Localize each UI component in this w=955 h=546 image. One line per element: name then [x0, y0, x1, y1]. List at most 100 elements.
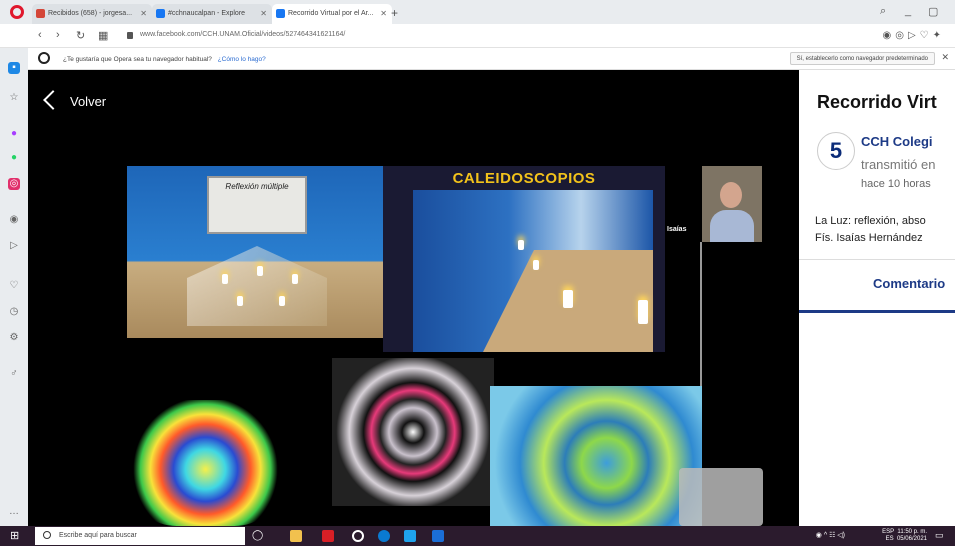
file-explorer-icon[interactable] [290, 530, 302, 542]
post-description-line1: La Luz: reflexión, abso [815, 215, 926, 227]
url-field[interactable]: www.facebook.com/CCH.UNAM.Oficial/videos… [140, 31, 345, 38]
system-tray-icons[interactable]: ◉ ^ ☷ ◁) [816, 531, 845, 539]
speaker-body [710, 210, 754, 242]
back-button[interactable]: Volver [43, 90, 107, 110]
send-icon[interactable]: ▷ [8, 240, 20, 252]
kaleidoscope-image-1 [133, 400, 278, 526]
task-view-icon[interactable]: ◯ [252, 530, 264, 542]
toolbar-icons[interactable]: ◉◎▷♡✦ [883, 30, 946, 41]
candle [257, 266, 263, 276]
tab-label: #cchnaucalpan - Explore [168, 10, 246, 17]
whatsapp-icon[interactable]: ● [8, 152, 20, 164]
forward-icon[interactable]: › [56, 29, 60, 41]
tab-label: Recibidos (658) - jorgesa... [48, 10, 133, 17]
divider [799, 259, 955, 260]
back-label: Volver [70, 94, 107, 109]
tab-label: Recorrido Virtual por el Ar... [288, 10, 374, 17]
post-action: transmitió en [861, 157, 936, 172]
close-tab-icon[interactable]: ✕ [380, 9, 387, 18]
lock-icon [127, 32, 133, 39]
heart-icon[interactable]: ♡ [8, 280, 20, 292]
opera-sidebar: ▪ ☆ ● ● ◎ ◉ ▷ ♡ ◷ ⚙ ♂ … [0, 48, 28, 526]
post-panel: Recorrido Virt 5 CCH Colegi transmitió e… [799, 70, 955, 526]
close-infobar-icon[interactable]: ✕ [941, 52, 949, 63]
webcam-feed [702, 166, 762, 242]
opera-logo-icon[interactable] [10, 5, 24, 19]
notifications-icon[interactable]: ▭ [935, 530, 947, 542]
kaleidoscope-image-3 [490, 386, 702, 526]
more-icon[interactable]: … [8, 506, 20, 518]
speaker-name: Isaías [667, 226, 687, 233]
slide-caption: CALEIDOSCOPIOS [452, 170, 596, 187]
messenger-icon[interactable]: ● [8, 128, 20, 140]
settings-icon[interactable]: ⚙ [8, 332, 20, 344]
sign-text: Reflexión múltiple [225, 182, 289, 191]
candle [533, 260, 539, 270]
clock-date: 05/06/2021 [896, 536, 927, 542]
close-tab-icon[interactable]: ✕ [140, 9, 147, 18]
default-browser-infobar: ¿Te gustaría que Opera sea tu navegador … [28, 48, 955, 70]
speaker-head [720, 182, 742, 208]
mirror-experiment-image: Reflexión múltiple [127, 166, 383, 338]
tabs-grid-icon[interactable]: ▦ [98, 29, 108, 42]
post-description-line2: Fís. Isaías Hernández [815, 232, 923, 244]
page-name-link[interactable]: CCH Colegi [861, 134, 933, 149]
candle [563, 290, 573, 308]
chrome-icon[interactable] [352, 530, 364, 542]
instagram-icon[interactable]: ◎ [8, 178, 20, 190]
tab-bar: Recibidos (658) - jorgesa... ✕ #cchnauca… [0, 0, 955, 24]
new-tab-button[interactable]: + [391, 6, 398, 20]
comments-tab[interactable]: Comentario [873, 276, 945, 291]
tab-facebook-explore[interactable]: #cchnaucalpan - Explore ✕ [152, 4, 272, 24]
search-tabs-icon[interactable]: ⌕ [880, 5, 886, 18]
history-icon[interactable]: ◷ [8, 306, 20, 318]
infobar-howto-link[interactable]: ¿Cómo lo hago? [218, 56, 266, 63]
maximize-icon[interactable]: ▢ [928, 5, 938, 18]
opera-icon [38, 52, 50, 64]
infobar-question: ¿Te gustaría que Opera sea tu navegador … [63, 56, 212, 63]
candle [638, 300, 648, 324]
clock-time: 11:50 p. m. [897, 529, 927, 535]
candle [518, 240, 524, 250]
search-icon [43, 531, 51, 539]
system-clock[interactable]: ESP 11:50 p. m. ES 05/06/2021 [882, 529, 927, 543]
edge-icon[interactable] [378, 530, 390, 542]
chevron-left-icon [43, 90, 63, 110]
post-timestamp[interactable]: hace 10 horas [861, 178, 931, 190]
candle [237, 296, 243, 306]
store-icon[interactable] [404, 530, 416, 542]
address-bar: ‹ › ↻ ▦ www.facebook.com/CCH.UNAM.Oficia… [0, 24, 955, 48]
video-player[interactable]: Volver Reflexión múltiple CALEIDOSCOPIOS… [28, 70, 799, 526]
search-placeholder: Escribe aquí para buscar [59, 532, 137, 539]
gmail-icon [36, 9, 45, 18]
back-icon[interactable]: ‹ [38, 29, 42, 41]
speed-dial-icon[interactable]: ▪ [8, 62, 20, 74]
facebook-icon [156, 9, 165, 18]
candle [222, 274, 228, 284]
reload-icon[interactable]: ↻ [76, 29, 85, 42]
facebook-icon [276, 9, 285, 18]
flow-icon[interactable]: ♂ [8, 368, 20, 380]
unam-seal-logo [679, 468, 763, 526]
page-avatar[interactable]: 5 [817, 132, 855, 170]
player-icon[interactable]: ◉ [8, 214, 20, 226]
region-indicator: ES [885, 536, 894, 542]
taskbar-search-box[interactable]: Escribe aquí para buscar [35, 527, 245, 545]
mirror-shape [187, 246, 327, 326]
active-tab-underline [799, 310, 955, 313]
opera-taskbar-icon[interactable] [322, 530, 334, 542]
candle [292, 274, 298, 284]
experiment-sign: Reflexión múltiple [207, 176, 307, 234]
mail-icon[interactable] [432, 530, 444, 542]
bookmarks-icon[interactable]: ☆ [8, 92, 20, 104]
post-title: Recorrido Virt [817, 92, 937, 112]
language-indicator: ESP [882, 529, 895, 535]
candle-reflection-image [413, 190, 653, 352]
windows-start-icon[interactable]: ⊞ [10, 530, 22, 542]
close-tab-icon[interactable]: ✕ [260, 9, 267, 18]
tab-recorrido-virtual[interactable]: Recorrido Virtual por el Ar... ✕ [272, 4, 392, 24]
set-default-button[interactable]: Sí, establecerlo como navegador predeter… [789, 52, 935, 65]
windows-taskbar: ⊞ Escribe aquí para buscar ◯ ◉ ^ ☷ ◁) ES… [0, 526, 955, 546]
tab-gmail[interactable]: Recibidos (658) - jorgesa... ✕ [32, 4, 152, 24]
minimize-icon[interactable]: _ [905, 5, 911, 17]
